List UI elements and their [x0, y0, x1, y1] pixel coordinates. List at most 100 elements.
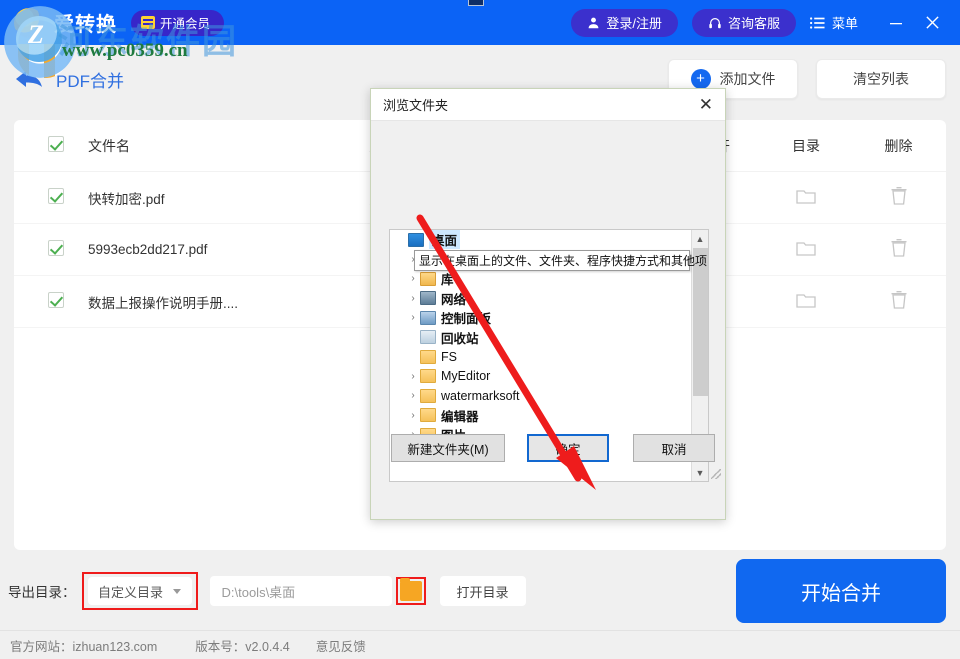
customer-service-label: 咨询客服: [727, 16, 780, 31]
status-bar: 官方网站：izhuan123.com 版本号：v2.0.4.4 意见反馈: [0, 630, 960, 659]
recycle-bin-icon: [420, 330, 436, 345]
page-title: PDF合并: [56, 71, 124, 91]
row-delete-button[interactable]: [851, 238, 946, 261]
tree-item-editor[interactable]: › 编辑器: [390, 406, 692, 426]
dir-mode-select[interactable]: 自定义目录: [87, 577, 192, 605]
row-checkbox[interactable]: [48, 188, 88, 207]
menu-button[interactable]: 菜单: [809, 13, 858, 32]
folder-icon: [796, 291, 816, 309]
version-label: 版本号：v2.0.4.4: [195, 639, 290, 654]
tree-expander[interactable]: ›: [406, 390, 420, 401]
tree-item-network[interactable]: › 网络: [390, 289, 692, 309]
row-delete-button[interactable]: [851, 290, 946, 313]
output-path-input[interactable]: D:\tools\桌面: [209, 576, 392, 606]
title-bar: 爱转换 开通会员 登录/注册 咨询客服 菜单: [0, 0, 960, 45]
tree-expander[interactable]: ›: [406, 273, 420, 284]
application-window: 爱转换 开通会员 登录/注册 咨询客服 菜单 Z 河东软件园 www.pc035…: [0, 0, 960, 659]
login-register-label: 登录/注册: [606, 16, 662, 31]
open-directory-button[interactable]: 打开目录: [439, 576, 526, 606]
confirm-button[interactable]: 确定: [527, 434, 609, 462]
dialog-close-button[interactable]: ✕: [699, 96, 713, 113]
row-filename: 5993ecb2dd217.pdf: [88, 242, 208, 257]
minimize-button[interactable]: [882, 9, 910, 37]
tree-tooltip: 显示在桌面上的文件、文件夹、程序快捷方式和其他项目。: [414, 250, 708, 271]
scroll-down-arrow-icon[interactable]: ▼: [692, 464, 708, 481]
tree-expander[interactable]: ›: [406, 312, 420, 323]
row-folder-button[interactable]: [761, 291, 851, 312]
trash-icon: [890, 186, 908, 206]
column-header-delete: 删除: [884, 137, 913, 154]
network-icon: [420, 291, 436, 306]
row-folder-button[interactable]: [761, 187, 851, 208]
start-merge-button[interactable]: 开始合并: [736, 559, 946, 623]
row-delete-button[interactable]: [851, 186, 946, 209]
back-button[interactable]: [14, 68, 44, 90]
new-folder-label: 新建文件夹(M): [407, 442, 489, 457]
open-directory-label: 打开目录: [456, 584, 509, 600]
scroll-up-arrow-icon[interactable]: ▲: [692, 230, 708, 247]
tree-item-control-panel[interactable]: › 控制面板: [390, 308, 692, 328]
dir-mode-highlight: 自定义目录: [81, 572, 198, 610]
folder-icon: [796, 239, 816, 257]
resize-grip-icon[interactable]: [711, 469, 721, 479]
open-vip-label: 开通会员: [160, 17, 211, 31]
trash-icon: [890, 290, 908, 310]
folder-icon: [796, 187, 816, 205]
tree-expander[interactable]: ›: [406, 410, 420, 421]
tree-item-label: 控制面板: [441, 312, 492, 327]
feedback-link[interactable]: 意见反馈: [316, 636, 366, 655]
folder-icon[interactable]: [399, 578, 422, 601]
tree-item-fs[interactable]: FS: [390, 347, 692, 367]
confirm-label: 确定: [555, 442, 581, 457]
folder-icon: [420, 408, 436, 423]
cancel-button[interactable]: 取消: [633, 434, 715, 462]
column-header-filename: 文件名: [88, 137, 130, 154]
tree-item-desktop[interactable]: 桌面: [390, 230, 692, 250]
login-register-button[interactable]: 登录/注册: [571, 8, 678, 37]
tree-item-label: 桌面: [429, 230, 461, 250]
new-folder-button[interactable]: 新建文件夹(M): [391, 434, 505, 462]
add-file-label: 添加文件: [719, 71, 776, 87]
tree-item-label: 库: [441, 273, 454, 288]
tree-expander[interactable]: ›: [406, 371, 420, 382]
tree-item-label: FS: [441, 349, 457, 364]
browse-folder-highlight: [395, 577, 426, 605]
row-checkbox[interactable]: [48, 292, 88, 311]
app-title: 爱转换: [54, 14, 117, 36]
dir-mode-value: 自定义目录: [97, 584, 163, 600]
customer-service-button[interactable]: 咨询客服: [691, 8, 796, 37]
trash-icon: [890, 238, 908, 258]
app-logo-icon: [14, 7, 44, 38]
select-all-checkbox[interactable]: [48, 136, 88, 155]
clear-list-button[interactable]: 清空列表: [816, 59, 946, 99]
folder-icon: [420, 349, 436, 364]
library-icon: [420, 271, 436, 286]
tree-expander[interactable]: ›: [406, 293, 420, 304]
tree-item-label: watermarksoft: [441, 388, 520, 403]
dialog-buttons: 新建文件夹(M) 确定 取消: [371, 433, 725, 463]
tree-item-label: 回收站: [441, 331, 479, 346]
crown-icon: [141, 16, 155, 29]
folder-icon: [420, 369, 436, 384]
browse-folder-dialog: 浏览文件夹 ✕ 桌面 › 此电脑 ›: [370, 88, 726, 520]
official-site-link[interactable]: 官方网站：izhuan123.com: [10, 636, 157, 655]
row-filename: 快转加密.pdf: [88, 191, 165, 207]
tree-item-label: 编辑器: [441, 409, 479, 424]
open-vip-button[interactable]: 开通会员: [131, 9, 225, 36]
bottom-toolbar: 导出目录： 自定义目录 D:\tools\桌面 打开目录 开始合并: [0, 552, 960, 630]
row-checkbox[interactable]: [48, 240, 88, 259]
export-dir-label: 导出目录：: [8, 585, 76, 600]
tree-item-library[interactable]: › 库: [390, 269, 692, 289]
output-path-value: D:\tools\桌面: [221, 584, 296, 600]
tree-item-myeditor[interactable]: › MyEditor: [390, 367, 692, 387]
row-filename: 数据上报操作说明手册....: [88, 295, 239, 311]
tree-item-watermarksoft[interactable]: › watermarksoft: [390, 386, 692, 406]
window-top-notch: [468, 0, 484, 6]
row-folder-button[interactable]: [761, 239, 851, 260]
scrollbar-thumb[interactable]: [693, 248, 708, 396]
dialog-title: 浏览文件夹: [383, 98, 449, 113]
dialog-title-bar: 浏览文件夹 ✕: [371, 89, 725, 121]
desktop-icon: [408, 232, 424, 247]
close-window-button[interactable]: [918, 9, 946, 37]
tree-item-recycle-bin[interactable]: 回收站: [390, 328, 692, 348]
